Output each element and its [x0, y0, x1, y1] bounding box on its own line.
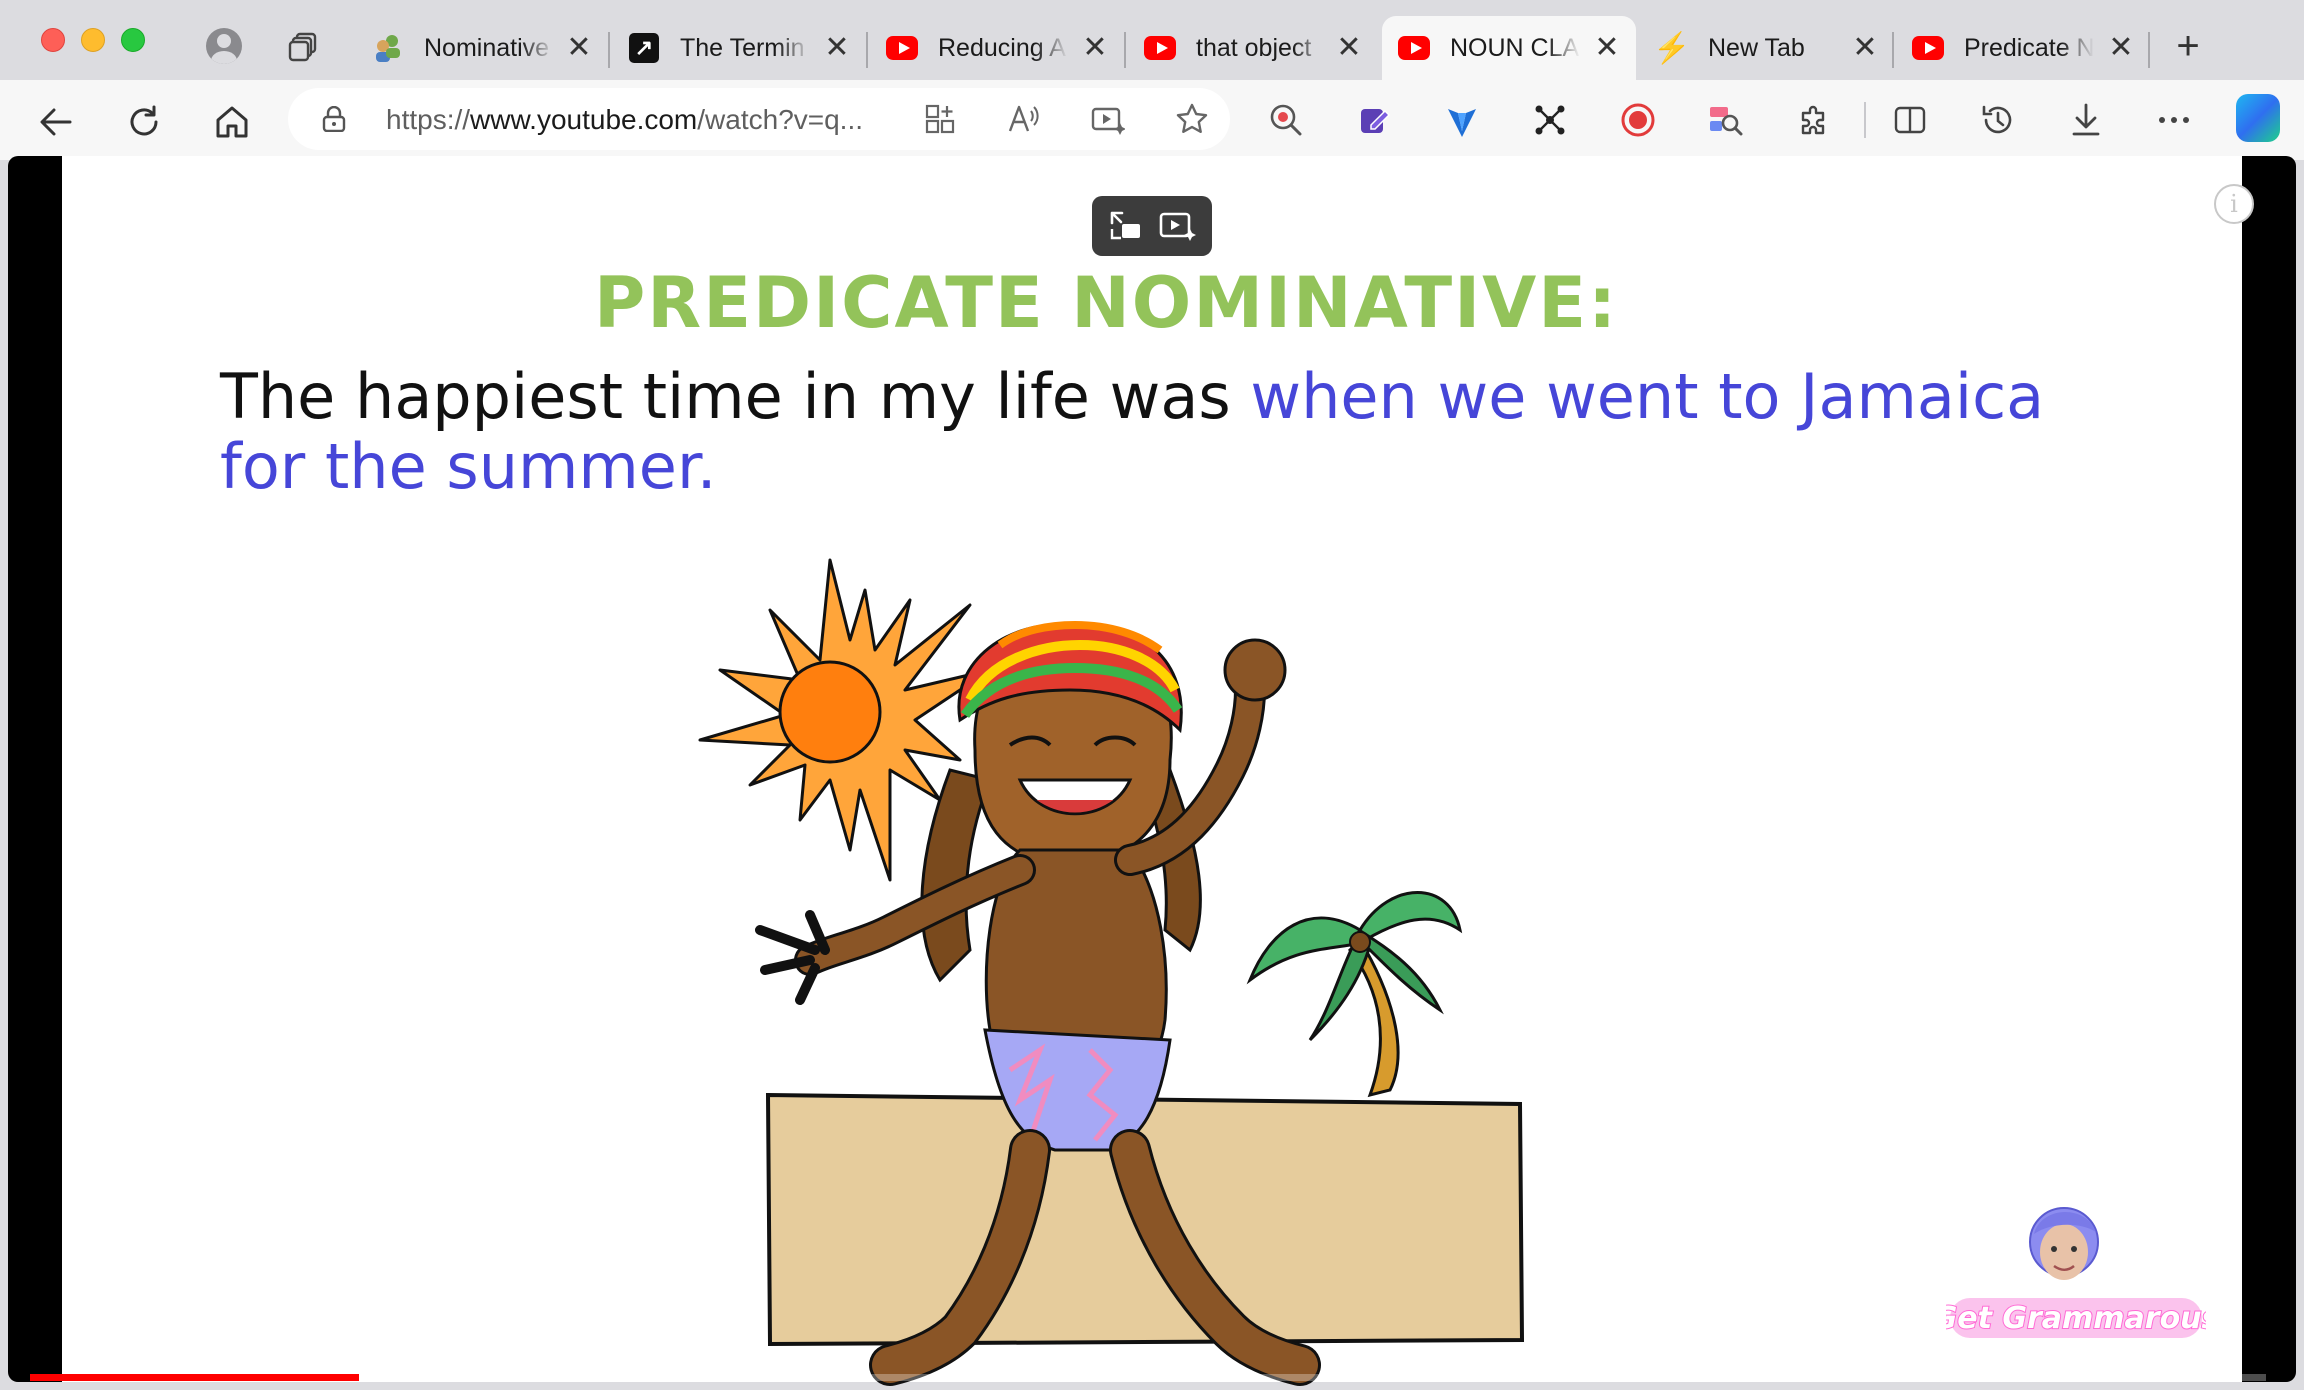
tab-title: The Termin	[680, 33, 805, 62]
tab-title: NOUN CLA	[1450, 33, 1580, 62]
picture-in-picture-controls	[1092, 196, 1212, 256]
svg-text:Get Grammarous: Get Grammarous	[1946, 1301, 2206, 1336]
address-bar[interactable]: https://www.youtube.com/watch?v=q...	[288, 88, 1230, 150]
arrow-icon: ↗	[628, 32, 660, 64]
tab-title: Nominative	[424, 33, 550, 62]
split-screen-icon[interactable]	[1888, 98, 1932, 142]
close-tab-icon[interactable]: ✕	[1334, 33, 1364, 63]
close-tab-icon[interactable]: ✕	[564, 33, 594, 63]
tab-separator	[608, 32, 610, 68]
grammar-people-icon	[372, 32, 404, 64]
video-pip-ai-icon[interactable]	[1156, 204, 1200, 248]
close-tab-icon[interactable]: ✕	[822, 33, 852, 63]
app-available-icon[interactable]	[920, 99, 960, 139]
close-tab-icon[interactable]: ✕	[1080, 33, 1110, 63]
palm-tree	[1246, 891, 1463, 1098]
youtube-icon	[1144, 32, 1176, 64]
tab-separator	[1892, 32, 1894, 68]
more-options-icon[interactable]	[2152, 98, 2196, 142]
sentence-main: The happiest time in my life was	[220, 360, 1251, 433]
navigation-toolbar: https://www.youtube.com/watch?v=q...	[0, 80, 2304, 160]
favorite-star-icon[interactable]	[1172, 99, 1212, 139]
history-icon[interactable]	[1976, 98, 2020, 142]
tab-title: New Tab	[1708, 33, 1805, 62]
tab-separator	[1124, 32, 1126, 68]
video-progress-track[interactable]	[30, 1374, 2266, 1381]
back-icon[interactable]	[32, 98, 80, 146]
slide-sentence: The happiest time in my life was when we…	[220, 362, 2100, 502]
window-minimize-button[interactable]	[81, 28, 105, 52]
tab-title: Reducing A	[938, 33, 1066, 62]
read-aloud-icon[interactable]	[1004, 99, 1044, 139]
profile-icon[interactable]	[204, 26, 244, 66]
pip-exit-icon[interactable]	[1104, 204, 1148, 248]
toolbar-separator	[1864, 102, 1866, 138]
get-grammarous-logo: Get Grammarous	[1946, 1207, 2206, 1338]
youtube-icon	[1398, 32, 1430, 64]
close-tab-icon[interactable]: ✕	[1850, 33, 1880, 63]
tab-title: that object	[1196, 33, 1312, 62]
tab-reducing[interactable]: Reducing A ✕	[870, 16, 1124, 80]
tab-noun-cla[interactable]: NOUN CLA ✕	[1382, 16, 1636, 80]
bolt-icon: ⚡	[1653, 31, 1691, 65]
home-icon[interactable]	[208, 98, 256, 146]
record-extension-icon[interactable]	[1616, 98, 1660, 142]
window-maximize-button[interactable]	[121, 28, 145, 52]
tab-new-tab[interactable]: ⚡ New Tab ✕	[1640, 16, 1894, 80]
jamaica-cartoon-illustration	[698, 558, 1525, 1386]
url-path: /watch?v=q...	[697, 104, 864, 135]
tab-that-object[interactable]: that object ✕	[1128, 16, 1378, 80]
tab-the-termin[interactable]: ↗ The Termin ✕	[612, 16, 866, 80]
search-highlight-extension-icon[interactable]	[1704, 98, 1748, 142]
tab-predicate[interactable]: Predicate N ✕	[1896, 16, 2150, 80]
tab-title: Predicate N	[1964, 33, 2094, 62]
url-text[interactable]: https://www.youtube.com/watch?v=q...	[386, 104, 914, 136]
close-tab-icon[interactable]: ✕	[1592, 33, 1622, 63]
lock-icon[interactable]	[322, 106, 346, 132]
close-tab-icon[interactable]: ✕	[2106, 33, 2136, 63]
vpn-extension-icon[interactable]	[1440, 98, 1484, 142]
video-progress-fill[interactable]	[30, 1374, 359, 1381]
video-info-icon[interactable]: i	[2214, 184, 2254, 224]
screencast-extension-icon[interactable]	[1264, 98, 1308, 142]
extensions-puzzle-icon[interactable]	[1792, 98, 1836, 142]
tab-separator	[866, 32, 868, 68]
video-ai-icon[interactable]	[1088, 99, 1128, 139]
youtube-icon	[1912, 32, 1944, 64]
note-extension-icon[interactable]	[1352, 98, 1396, 142]
tab-separator	[2148, 32, 2150, 68]
new-tab-button[interactable]: +	[2168, 26, 2208, 66]
network-extension-icon[interactable]	[1528, 98, 1572, 142]
url-prefix: https://	[386, 104, 471, 135]
slide-heading: PREDICATE NOMINATIVE:	[594, 262, 1619, 344]
url-host: www.youtube.com	[470, 104, 698, 135]
downloads-icon[interactable]	[2064, 98, 2108, 142]
tab-actions-icon[interactable]	[284, 26, 324, 66]
browser-window: Nominative ✕ ↗ The Termin ✕ Reducing A ✕…	[0, 0, 2304, 1390]
copilot-icon[interactable]	[2236, 94, 2280, 142]
tab-nominative[interactable]: Nominative ✕	[356, 16, 608, 80]
reload-icon[interactable]	[120, 98, 168, 146]
youtube-icon	[886, 32, 918, 64]
window-close-button[interactable]	[41, 28, 65, 52]
tab-strip: Nominative ✕ ↗ The Termin ✕ Reducing A ✕…	[0, 0, 2304, 80]
